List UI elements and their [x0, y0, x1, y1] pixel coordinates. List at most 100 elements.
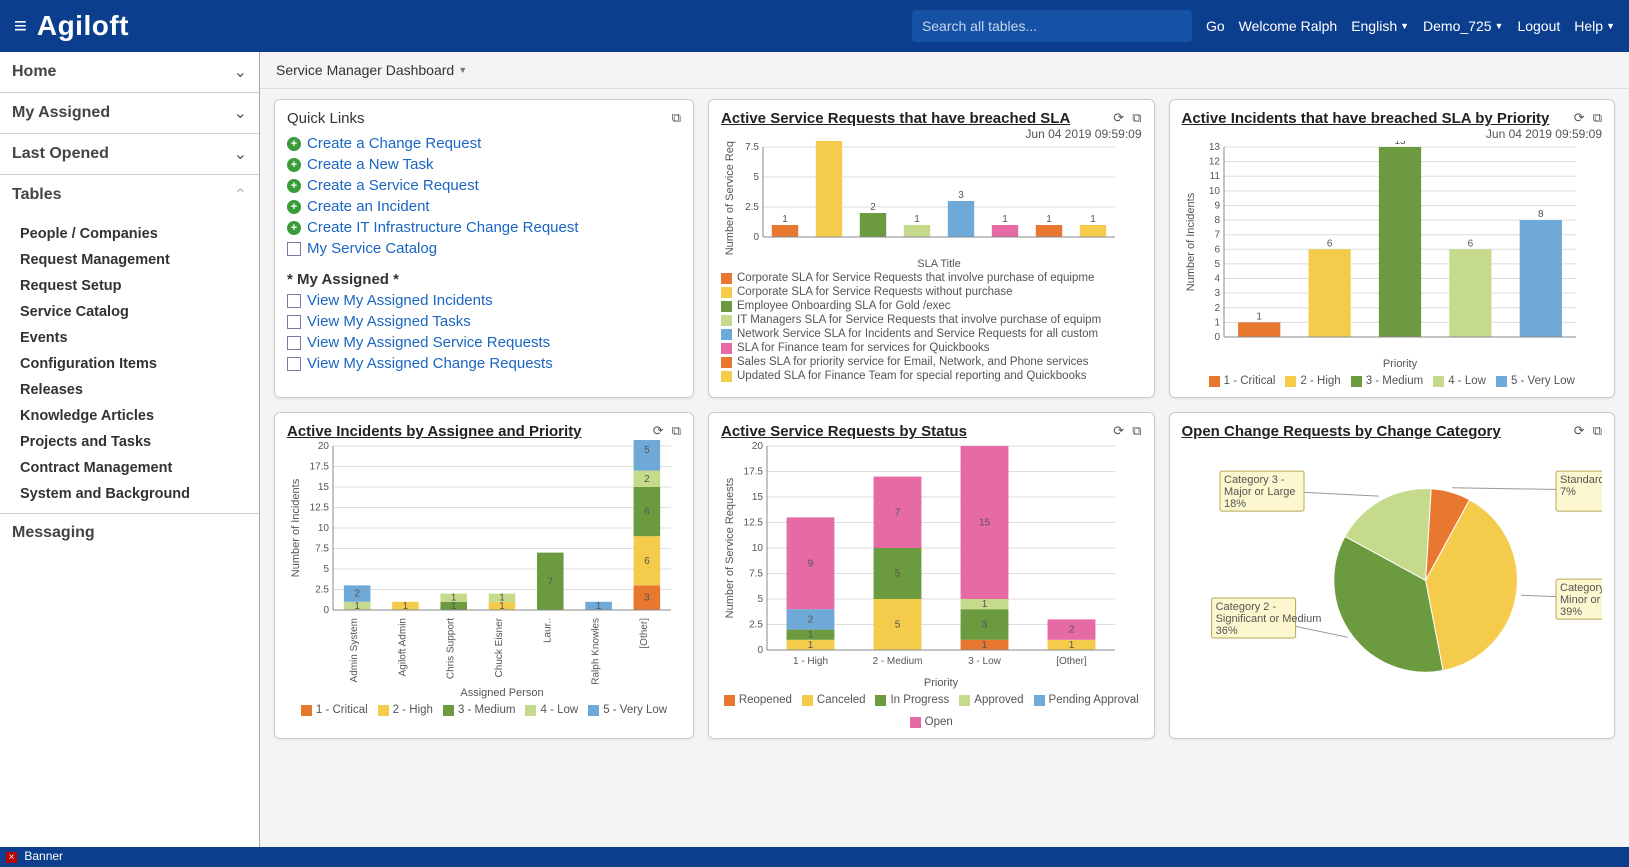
popout-icon[interactable]: ⧉: [672, 423, 681, 439]
panel-timestamp: Jun 04 2019 09:59:09: [721, 127, 1142, 141]
global-search-input[interactable]: [912, 10, 1192, 42]
quick-link[interactable]: My Service Catalog: [287, 238, 681, 259]
svg-text:4: 4: [1214, 274, 1220, 285]
popout-icon[interactable]: ⧉: [672, 110, 681, 126]
plus-icon: +: [287, 221, 301, 235]
table-link[interactable]: Knowledge Articles: [20, 403, 259, 429]
table-link[interactable]: Configuration Items: [20, 351, 259, 377]
popout-icon[interactable]: ⧉: [1593, 110, 1602, 126]
table-link[interactable]: Request Management: [20, 247, 259, 273]
search-go-button[interactable]: Go: [1206, 18, 1225, 34]
svg-text:1: 1: [982, 640, 988, 651]
svg-text:Agiloft Admin: Agiloft Admin: [397, 618, 408, 676]
help-menu[interactable]: Help▼: [1574, 18, 1615, 34]
svg-text:3 - Low: 3 - Low: [968, 656, 1002, 667]
popout-icon[interactable]: ⧉: [1132, 110, 1141, 126]
svg-text:3: 3: [958, 190, 964, 201]
svg-text:18%: 18%: [1224, 498, 1246, 510]
logout-link[interactable]: Logout: [1517, 18, 1560, 34]
sidebar-group-tables[interactable]: Tables ⌃: [0, 175, 259, 215]
svg-text:10: 10: [1208, 186, 1220, 197]
dashboard-selector[interactable]: Service Manager Dashboard ▼: [260, 52, 1629, 89]
refresh-icon[interactable]: ⟳: [1113, 423, 1124, 439]
table-link[interactable]: System and Background: [20, 481, 259, 507]
svg-text:5: 5: [323, 564, 329, 575]
quick-link[interactable]: +Create IT Infrastructure Change Request: [287, 217, 681, 238]
popout-icon[interactable]: ⧉: [1593, 423, 1602, 439]
refresh-icon[interactable]: ⟳: [653, 423, 664, 439]
svg-text:7: 7: [895, 507, 901, 518]
chart-legend: 1 - Critical2 - High3 - Medium4 - Low5 -…: [287, 700, 681, 716]
quick-link[interactable]: View My Assigned Change Requests: [287, 353, 681, 374]
quick-link[interactable]: +Create a Change Request: [287, 133, 681, 154]
table-link[interactable]: Request Setup: [20, 273, 259, 299]
svg-text:Assigned Person: Assigned Person: [460, 687, 543, 699]
svg-text:[Other]: [Other]: [1056, 656, 1087, 667]
svg-text:2 - Medium: 2 - Medium: [872, 656, 922, 667]
close-icon[interactable]: ×: [6, 852, 17, 863]
svg-text:17.5: 17.5: [310, 462, 330, 473]
table-link[interactable]: Events: [20, 325, 259, 351]
table-link[interactable]: People / Companies: [20, 221, 259, 247]
svg-text:39%: 39%: [1560, 606, 1582, 618]
svg-text:13: 13: [1208, 142, 1220, 153]
svg-text:1: 1: [808, 640, 814, 651]
sidebar-group-my-assigned[interactable]: My Assigned ⌄: [0, 93, 259, 134]
panel-title[interactable]: Active Incidents by Assignee and Priorit…: [287, 423, 582, 440]
quick-link[interactable]: View My Assigned Tasks: [287, 311, 681, 332]
table-link[interactable]: Contract Management: [20, 455, 259, 481]
app-logo: Agiloft: [37, 10, 129, 42]
quick-link[interactable]: +Create an Incident: [287, 196, 681, 217]
popout-icon[interactable]: ⧉: [1132, 423, 1141, 439]
chart-legend: ReopenedCanceledIn ProgressApprovedPendi…: [721, 690, 1142, 728]
sidebar-group-messaging[interactable]: Messaging: [0, 513, 259, 552]
chart-inc-assignee: 02.557.51012.51517.52012Admin System1Agi…: [287, 440, 681, 700]
svg-text:15: 15: [318, 482, 330, 493]
hamburger-icon[interactable]: ≡: [14, 13, 27, 39]
svg-text:7.5: 7.5: [315, 544, 329, 555]
demo-menu[interactable]: Demo_725▼: [1423, 18, 1503, 34]
sidebar-group-home[interactable]: Home ⌄: [0, 52, 259, 93]
refresh-icon[interactable]: ⟳: [1113, 110, 1124, 126]
refresh-icon[interactable]: ⟳: [1574, 110, 1585, 126]
panel-title[interactable]: Active Service Requests by Status: [721, 423, 967, 440]
sidebar-group-last-opened[interactable]: Last Opened ⌄: [0, 134, 259, 175]
svg-text:13: 13: [1394, 141, 1406, 147]
quick-link[interactable]: View My Assigned Incidents: [287, 290, 681, 311]
svg-text:0: 0: [323, 605, 329, 616]
svg-text:[Other]: [Other]: [639, 618, 650, 649]
plus-icon: +: [287, 179, 301, 193]
refresh-icon[interactable]: ⟳: [1574, 423, 1585, 439]
svg-text:2: 2: [354, 589, 360, 600]
svg-text:12.5: 12.5: [744, 518, 764, 529]
panel-title[interactable]: Active Service Requests that have breach…: [721, 110, 1070, 127]
list-icon: [287, 315, 301, 329]
chevron-down-icon: ⌄: [234, 144, 247, 164]
svg-text:Priority: Priority: [1382, 358, 1417, 370]
panel-title[interactable]: Open Change Requests by Change Category: [1182, 423, 1501, 440]
svg-text:SLA Title: SLA Title: [917, 258, 960, 270]
svg-text:15: 15: [979, 518, 991, 529]
quick-link[interactable]: View My Assigned Service Requests: [287, 332, 681, 353]
svg-text:7: 7: [548, 576, 554, 587]
svg-text:Significant or Medium: Significant or Medium: [1215, 613, 1321, 625]
svg-text:5: 5: [644, 445, 650, 456]
quick-link[interactable]: +Create a New Task: [287, 154, 681, 175]
svg-text:Priority: Priority: [924, 677, 959, 689]
chart-req-status: 02.557.51012.51517.52011291 - High5572 -…: [721, 440, 1142, 690]
table-link[interactable]: Projects and Tasks: [20, 429, 259, 455]
chart-legend: 1 - Critical2 - High3 - Medium4 - Low5 -…: [1182, 371, 1603, 387]
table-link[interactable]: Releases: [20, 377, 259, 403]
list-icon: [287, 336, 301, 350]
language-menu[interactable]: English▼: [1351, 18, 1409, 34]
quick-link[interactable]: +Create a Service Request: [287, 175, 681, 196]
table-link[interactable]: Service Catalog: [20, 299, 259, 325]
panel-title[interactable]: Active Incidents that have breached SLA …: [1182, 110, 1550, 127]
main-content: Service Manager Dashboard ▼ Quick Links …: [260, 52, 1629, 847]
svg-text:0: 0: [1214, 332, 1220, 343]
svg-text:Number of Incidents: Number of Incidents: [1185, 192, 1197, 291]
list-icon: [287, 294, 301, 308]
svg-text:1: 1: [914, 214, 920, 225]
svg-text:Category 1 -: Category 1 -: [1560, 582, 1602, 594]
plus-icon: +: [287, 137, 301, 151]
